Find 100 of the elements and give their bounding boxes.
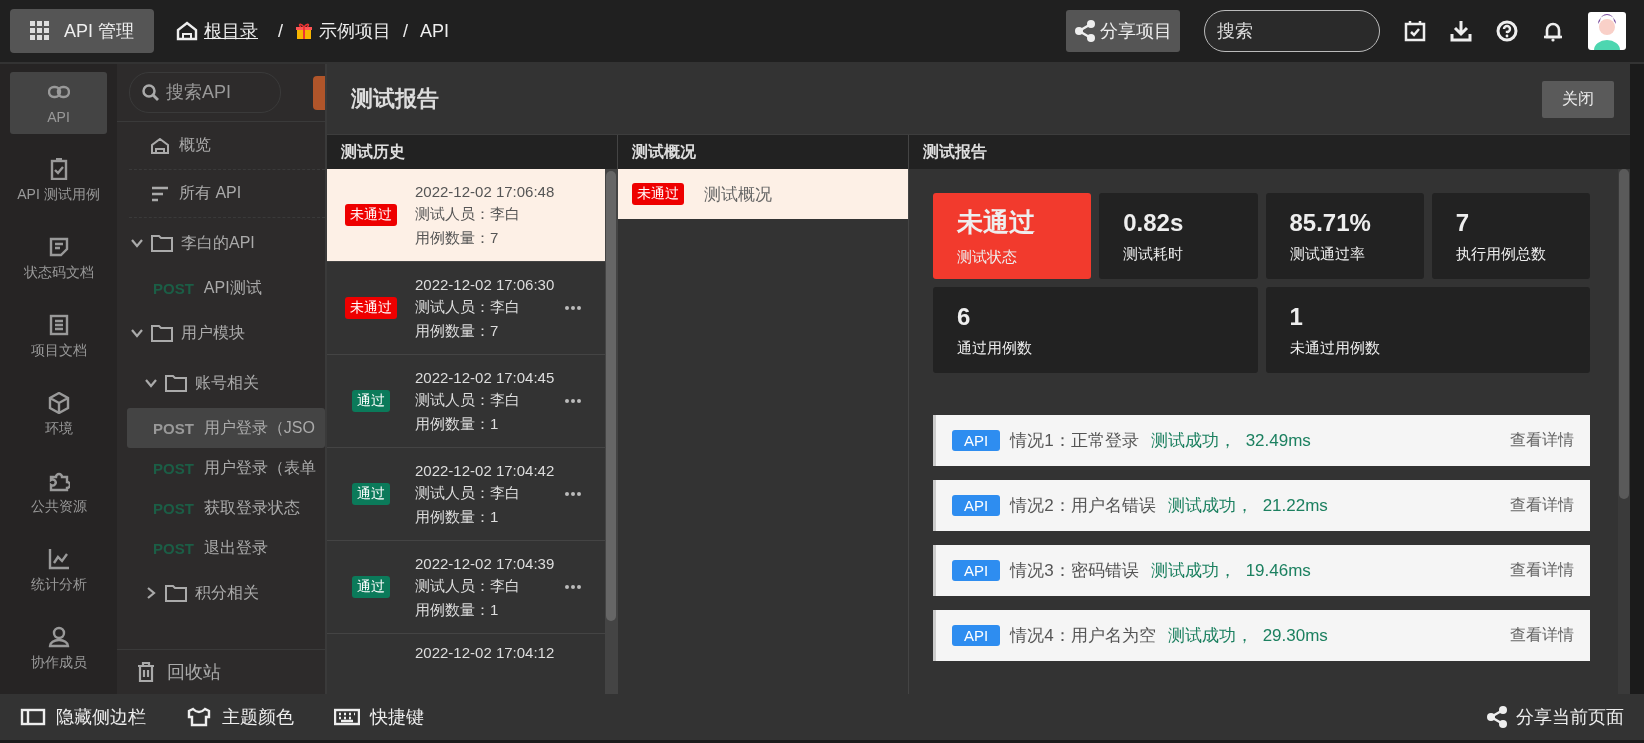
case-count-text: 用例数量：1 [415,600,500,620]
tester-text: 测试人员：李白 [415,483,521,503]
tree-api-item[interactable]: POST 用户登录（JSO [127,408,325,448]
nav-item[interactable]: 统计分析 [10,540,107,602]
scrollbar[interactable] [605,169,617,694]
sidebar-icon [20,707,46,727]
chevron-down-icon [145,377,157,389]
close-button[interactable]: 关闭 [1542,80,1614,118]
stat-value: 85.71% [1289,208,1372,237]
home-icon [176,21,198,41]
case-result: 测试成功， [1167,625,1253,647]
tree-folder[interactable]: 用户模块 [117,308,325,358]
history-item[interactable]: 通过 2022-12-02 17:04:39 测试人员：李白 用例数量：1 [327,541,605,634]
api-tag: API [952,625,1001,646]
chevron-right-icon [145,587,157,599]
nav-item[interactable]: API [10,72,107,134]
app-menu-button[interactable]: API 管理 [10,9,154,53]
nav-item[interactable]: 项目文档 [10,306,107,368]
bottom-bar-item[interactable]: 主题颜色 [186,705,294,729]
folder-icon [151,234,173,252]
column-heading: 测试概况 [618,135,908,169]
nav-item[interactable]: 公共资源 [10,462,107,524]
stat-label: 测试状态 [957,248,1018,267]
chevron-down-icon [131,237,143,249]
case-duration: 19.46ms [1245,560,1311,581]
view-details-link[interactable]: 查看详情 [1510,430,1574,451]
case-duration: 21.22ms [1262,495,1328,516]
api-search-field[interactable]: 搜索API [164,81,268,104]
column-heading: 测试历史 [327,135,617,169]
case-result: 测试成功， [1150,430,1236,452]
status-badge: 未通过 [632,183,684,205]
history-item[interactable]: 未通过 2022-12-02 17:06:30 测试人员：李白 用例数量：7 [327,262,605,355]
test-time: 2022-12-02 17:06:48 [415,182,555,200]
stat-value: 0.82s [1123,208,1185,237]
folder-icon [165,584,187,602]
nav-item[interactable]: 环境 [10,384,107,446]
overview-label: 测试概况 [704,183,772,206]
column-heading: 测试报告 [909,135,1630,169]
chart-icon [47,548,70,570]
case-title: 情况3：密码错误 [1010,560,1139,582]
test-time: 2022-12-02 17:04:42 [415,461,555,479]
search-field[interactable]: 搜索 [1204,10,1380,52]
cube-icon [47,392,70,414]
history-item[interactable]: 通过 2022-12-02 17:04:45 测试人员：李白 用例数量：1 [327,355,605,448]
stat-label: 测试通过率 [1289,244,1366,264]
status-badge: 未通过 [345,204,397,226]
status-badge: 通过 [352,390,390,412]
document-icon [47,236,70,258]
share-icon [1486,706,1508,728]
download-icon[interactable] [1450,20,1472,42]
case-title: 情况1：正常登录 [1010,430,1139,452]
share-project-button[interactable]: 分享项目 [1066,10,1180,52]
bottom-bar-item[interactable]: 快捷键 [334,705,424,729]
view-details-link[interactable]: 查看详情 [1510,495,1574,516]
grid-icon [30,21,50,41]
scrollbar[interactable] [1618,169,1630,694]
more-icon[interactable] [565,306,581,310]
tree-folder[interactable]: 积分相关 [117,568,325,618]
status-badge: 未通过 [345,297,397,319]
calendar-check-icon[interactable] [1404,20,1426,42]
tester-text: 测试人员：李白 [415,204,521,224]
share-page-button[interactable]: 分享当前页面 [1486,705,1624,729]
view-details-link[interactable]: 查看详情 [1510,625,1574,646]
status-badge: 通过 [352,483,390,505]
api-search-box[interactable]: 搜索API [129,72,281,113]
nav-item[interactable]: API 测试用例 [10,150,107,212]
status-badge: 通过 [352,576,390,598]
stat-label: 通过用例数 [957,338,1033,358]
add-button[interactable] [313,75,325,110]
history-item[interactable]: 未通过 2022-12-02 17:06:48 测试人员：李白 用例数量：7 [327,169,605,262]
folder-icon [165,374,187,392]
tester-text: 测试人员：李白 [415,390,521,410]
test-time: 2022-12-02 17:04:12 [415,644,555,661]
test-time: 2022-12-02 17:06:30 [415,275,555,293]
nav-item[interactable]: 协作成员 [10,618,107,680]
breadcrumb-link[interactable]: 示例项目 [319,19,392,43]
view-details-link[interactable]: 查看详情 [1510,560,1574,581]
list-icon [151,185,169,202]
case-count-text: 用例数量：7 [415,321,500,341]
breadcrumb-link[interactable]: 根目录 [204,19,258,43]
keyboard-icon [334,707,360,727]
more-icon[interactable] [565,399,581,403]
bottom-bar-item[interactable]: 隐藏侧边栏 [20,705,146,729]
api-tag: API [952,495,1001,516]
share-icon [1074,20,1096,42]
nav-item[interactable]: 状态码文档 [10,228,107,290]
overview-item[interactable]: 未通过 测试概况 [618,169,908,219]
tree-folder[interactable]: 李白的API [117,218,325,268]
case-result: 测试成功， [1150,560,1236,582]
stat-label: 测试耗时 [1123,244,1185,264]
search-icon [142,83,160,102]
bell-icon[interactable] [1542,20,1564,42]
breadcrumb-separator: / [278,20,284,42]
tree-folder[interactable]: 账号相关 [117,358,325,408]
stat-value: 7 [1455,208,1471,237]
history-item[interactable]: 通过 2022-12-02 17:04:42 测试人员：李白 用例数量：1 [327,448,605,541]
more-icon[interactable] [565,492,581,496]
trash-icon [137,662,155,682]
more-icon[interactable] [565,585,581,589]
help-icon[interactable] [1496,20,1518,42]
